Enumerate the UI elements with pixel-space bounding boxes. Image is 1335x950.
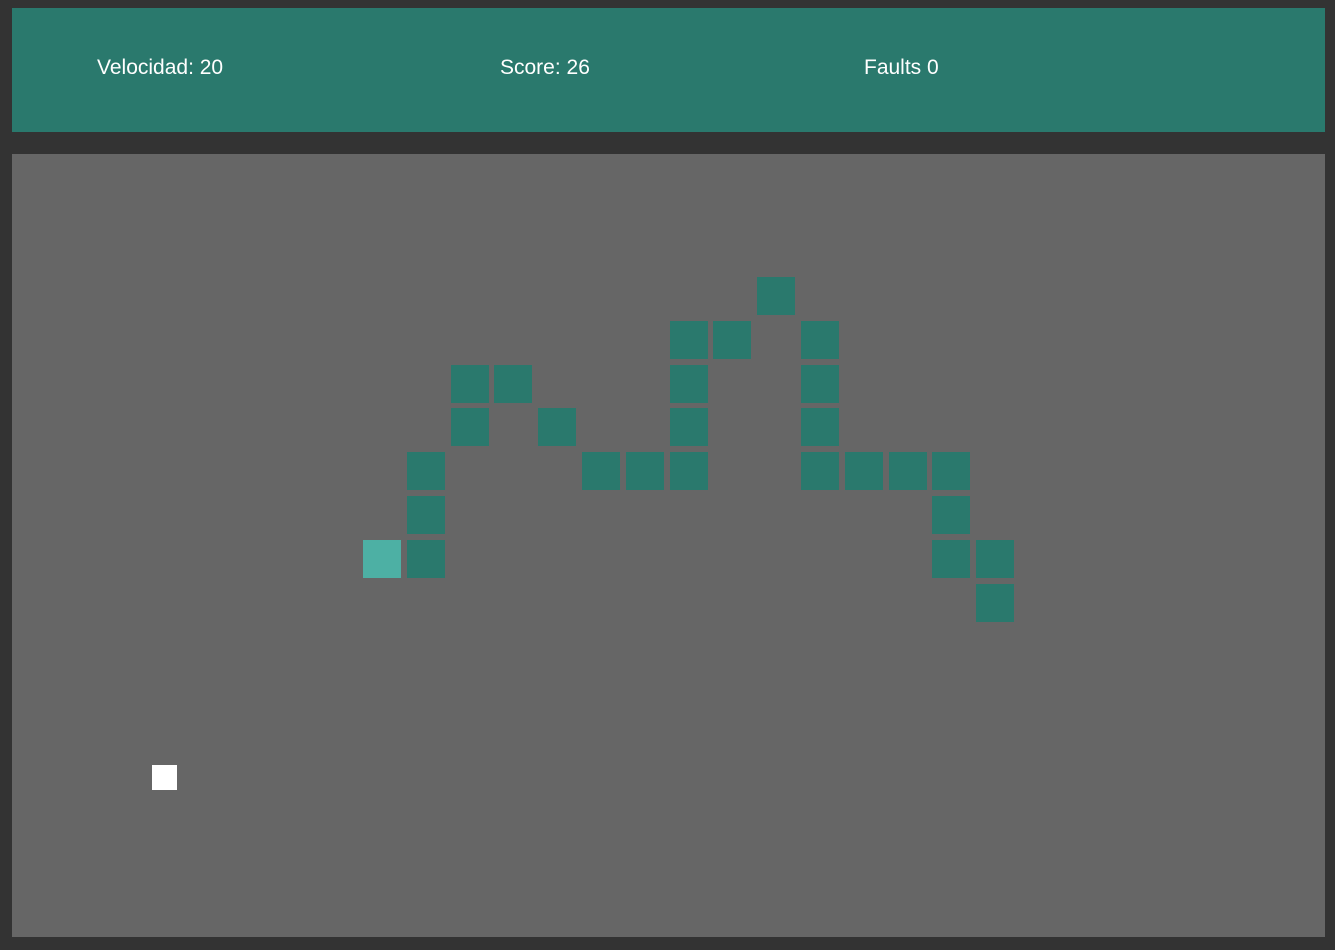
snake-segment bbox=[713, 321, 751, 359]
snake-head bbox=[363, 540, 401, 578]
snake-segment bbox=[670, 365, 708, 403]
snake-segment bbox=[801, 452, 839, 490]
snake-segment bbox=[407, 540, 445, 578]
score-label: Score: 26 bbox=[500, 56, 590, 79]
snake-segment bbox=[757, 277, 795, 315]
snake-segment bbox=[582, 452, 620, 490]
snake-segment bbox=[626, 452, 664, 490]
snake-segment bbox=[451, 365, 489, 403]
game-window: Velocidad: 20 Score: 26 Faults 0 bbox=[0, 0, 1335, 950]
snake-segment bbox=[670, 408, 708, 446]
snake-segment bbox=[538, 408, 576, 446]
speed-label: Velocidad: 20 bbox=[97, 56, 224, 79]
snake-segment bbox=[976, 584, 1014, 622]
snake-segment bbox=[932, 452, 970, 490]
faults-label: Faults 0 bbox=[864, 56, 939, 79]
snake-segment bbox=[407, 496, 445, 534]
snake-segment bbox=[801, 321, 839, 359]
game-board[interactable] bbox=[12, 154, 1325, 937]
snake-segment bbox=[845, 452, 883, 490]
snake-segment bbox=[801, 408, 839, 446]
snake-segment bbox=[801, 365, 839, 403]
snake-segment bbox=[976, 540, 1014, 578]
food-pellet bbox=[152, 765, 177, 790]
snake-segment bbox=[670, 321, 708, 359]
snake-segment bbox=[889, 452, 927, 490]
snake-segment bbox=[932, 540, 970, 578]
snake-segment bbox=[932, 496, 970, 534]
snake-segment bbox=[494, 365, 532, 403]
status-bar: Velocidad: 20 Score: 26 Faults 0 bbox=[12, 8, 1325, 132]
snake-segment bbox=[670, 452, 708, 490]
snake-segment bbox=[407, 452, 445, 490]
snake-segment bbox=[451, 408, 489, 446]
